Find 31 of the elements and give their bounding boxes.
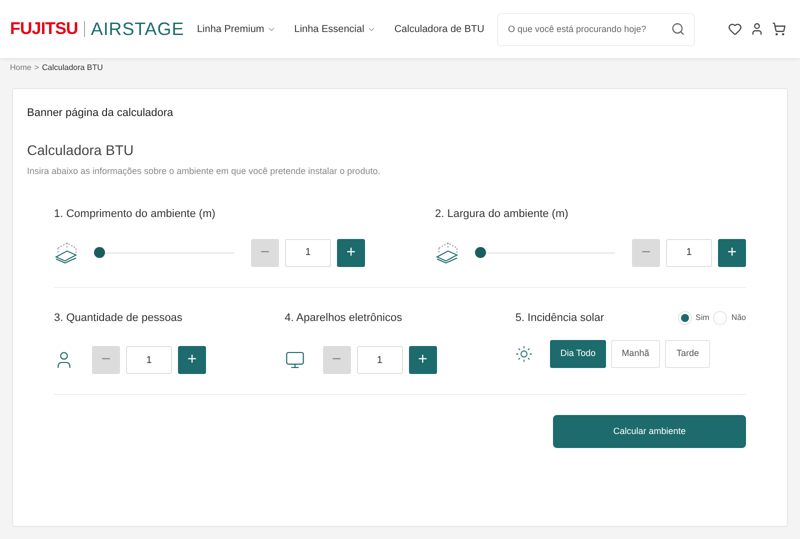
nav-link[interactable]: Linha Premium	[197, 22, 276, 36]
period-option[interactable]: Dia Todo	[550, 340, 606, 368]
increment-button[interactable]: +	[408, 346, 437, 374]
increment-button[interactable]: +	[718, 238, 746, 266]
field-label: 4. Aparelhos eletrônicos	[284, 310, 404, 326]
nav-link[interactable]: Calculadora de BTU	[394, 22, 484, 36]
quantity-field[interactable]: 1	[285, 238, 331, 266]
period-option[interactable]: Tarde	[665, 340, 710, 368]
product-logo[interactable]: AIRSTAGE	[90, 16, 184, 42]
calculator-title: Calculadora BTU	[27, 140, 135, 160]
quantity-field[interactable]: 1	[126, 346, 172, 374]
nav-link[interactable]: Linha Essencial	[294, 22, 376, 36]
calculate-button[interactable]: Calcular ambiente	[553, 415, 746, 448]
increment-button[interactable]: +	[337, 238, 365, 266]
radio-option[interactable]: Não	[713, 310, 746, 325]
calculator-subtitle: Insira abaixo as informações sobre o ambiente em que você pretende instalar o produto.	[27, 164, 382, 178]
increment-button[interactable]: +	[178, 346, 206, 374]
search-field[interactable]: O que você está procurando hoje?	[497, 12, 695, 46]
period-option[interactable]: Manhã	[610, 340, 660, 368]
field-label: 2. Largura do ambiente (m)	[435, 207, 570, 222]
field-label: 3. Quantidade de pessoas	[54, 310, 184, 326]
field-label: 1. Comprimento do ambiente (m)	[54, 207, 216, 222]
quantity-field[interactable]: 1	[666, 238, 712, 266]
breadcrumb-link[interactable]: Calculadora BTU	[42, 62, 103, 74]
banner-title: Banner página da calculadora	[27, 106, 174, 121]
field-label: 5. Incidência solar	[515, 310, 604, 326]
radio-option[interactable]: Sim	[678, 310, 710, 325]
breadcrumb-link[interactable]: Home	[10, 62, 32, 74]
breadcrumb-separator: >	[34, 62, 40, 74]
brand-logo[interactable]: FUJITSU	[10, 16, 78, 42]
quantity-field[interactable]: 1	[356, 346, 403, 374]
